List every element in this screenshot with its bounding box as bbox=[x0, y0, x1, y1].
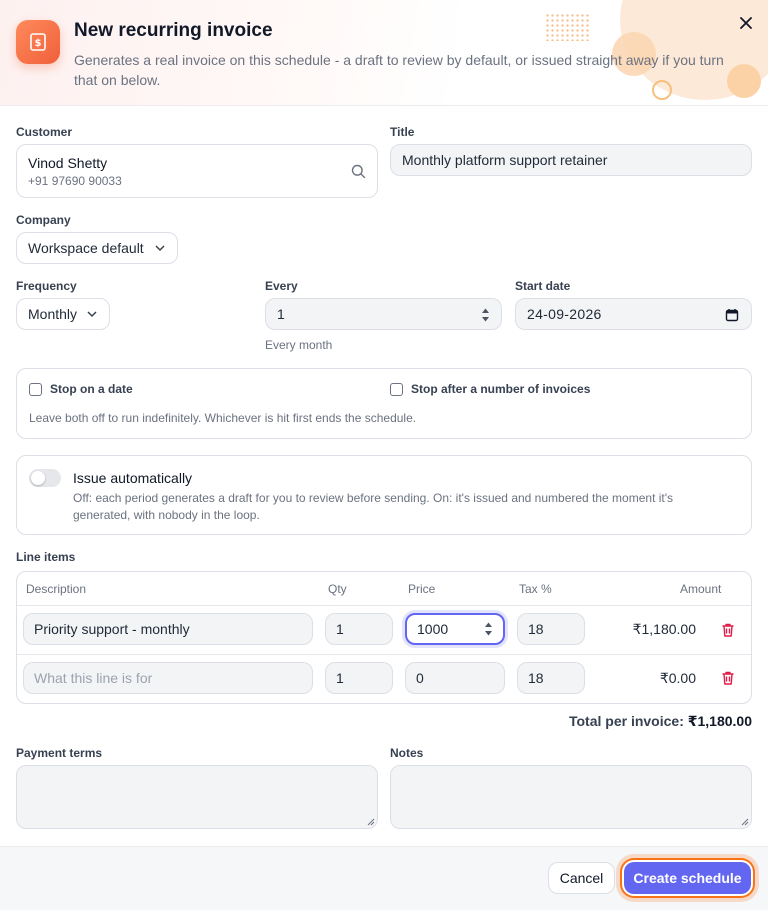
chevron-down-icon bbox=[155, 245, 165, 252]
row-divider bbox=[17, 654, 751, 655]
stop-on-date-checkbox[interactable] bbox=[29, 383, 42, 396]
col-header-qty: Qty bbox=[328, 582, 347, 596]
search-icon bbox=[351, 164, 366, 179]
title-input[interactable]: Monthly platform support retainer bbox=[390, 144, 752, 176]
total-label: Total per invoice: bbox=[568, 713, 684, 729]
dialog-subtitle: Generates a real invoice on this schedul… bbox=[74, 52, 724, 88]
auto-issue-toggle[interactable] bbox=[29, 469, 61, 487]
line-items-label: Line items bbox=[16, 550, 76, 564]
resize-grip-icon[interactable] bbox=[367, 818, 375, 826]
customer-picker[interactable]: Vinod Shetty +91 97690 90033 bbox=[16, 144, 378, 198]
trash-icon[interactable] bbox=[720, 622, 736, 638]
invoice-total: Total per invoice: ₹1,180.00 bbox=[569, 713, 752, 730]
cancel-button[interactable]: Cancel bbox=[548, 862, 615, 894]
line-amount: ₹0.00 bbox=[659, 670, 696, 686]
stepper-icon[interactable] bbox=[481, 307, 490, 323]
line-price-value: 1000 bbox=[417, 621, 449, 637]
resize-grip-icon[interactable] bbox=[741, 818, 749, 826]
line-tax-input[interactable]: 18 bbox=[517, 662, 585, 694]
line-price-input[interactable]: 1000 bbox=[405, 613, 505, 645]
notes-label: Notes bbox=[390, 746, 424, 760]
line-tax-input[interactable]: 18 bbox=[517, 613, 585, 645]
invoice-icon: $ bbox=[16, 20, 60, 64]
create-schedule-button[interactable]: Create schedule bbox=[624, 862, 751, 894]
company-label: Company bbox=[16, 213, 71, 227]
customer-label: Customer bbox=[16, 125, 73, 139]
line-description-input[interactable]: Priority support - monthly bbox=[23, 613, 313, 645]
customer-name: Vinod Shetty bbox=[28, 155, 108, 171]
stop-after-count-label: Stop after a number of invoices bbox=[411, 382, 591, 396]
col-header-tax: Tax % bbox=[519, 582, 552, 596]
total-value: ₹1,180.00 bbox=[687, 713, 752, 729]
frequency-value: Monthly bbox=[28, 306, 78, 322]
every-hint: Every month bbox=[265, 338, 333, 352]
customer-phone: +91 97690 90033 bbox=[28, 174, 122, 188]
company-value: Workspace default bbox=[28, 240, 144, 256]
line-qty-input[interactable]: 1 bbox=[325, 662, 393, 694]
title-label: Title bbox=[390, 125, 415, 139]
line-description-input[interactable]: What this line is for bbox=[23, 662, 313, 694]
line-price-input[interactable]: 0 bbox=[405, 662, 505, 694]
frequency-label: Frequency bbox=[16, 279, 77, 293]
stop-conditions bbox=[16, 368, 752, 439]
row-divider bbox=[17, 605, 751, 606]
notes-textarea[interactable] bbox=[390, 765, 752, 829]
line-amount: ₹1,180.00 bbox=[632, 621, 696, 637]
stop-after-count-checkbox[interactable] bbox=[390, 383, 403, 396]
stepper-icon[interactable] bbox=[484, 621, 493, 637]
auto-issue-description: Off: each period generates a draft for y… bbox=[73, 491, 674, 522]
every-value: 1 bbox=[277, 306, 285, 322]
line-qty-input[interactable]: 1 bbox=[325, 613, 393, 645]
company-select[interactable]: Workspace default bbox=[16, 232, 178, 264]
stop-hint: Leave both off to run indefinitely. Whic… bbox=[29, 411, 417, 425]
frequency-select[interactable]: Monthly bbox=[16, 298, 110, 330]
chevron-down-icon bbox=[87, 311, 97, 318]
auto-issue-label: Issue automatically bbox=[73, 470, 193, 486]
trash-icon[interactable] bbox=[720, 670, 736, 686]
calendar-icon[interactable] bbox=[725, 308, 739, 322]
close-icon[interactable] bbox=[736, 13, 756, 33]
start-date-value: 24-09-2026 bbox=[527, 306, 602, 322]
dialog-title: New recurring invoice bbox=[74, 20, 273, 41]
start-date-input[interactable]: 24-09-2026 bbox=[515, 298, 752, 330]
col-header-description: Description bbox=[26, 582, 87, 596]
col-header-price: Price bbox=[408, 582, 436, 596]
svg-text:$: $ bbox=[35, 38, 42, 49]
decor-dots bbox=[545, 13, 591, 41]
dialog-header: $ New recurring invoice Generates a real… bbox=[0, 0, 768, 106]
col-header-amount: Amount bbox=[680, 582, 722, 596]
payment-terms-textarea[interactable] bbox=[16, 765, 378, 829]
payment-terms-label: Payment terms bbox=[16, 746, 103, 760]
start-date-label: Start date bbox=[515, 279, 571, 293]
every-label: Every bbox=[265, 279, 298, 293]
stop-on-date-label: Stop on a date bbox=[50, 382, 133, 396]
every-input[interactable]: 1 bbox=[265, 298, 502, 330]
line-items-table: Description Qty Price Tax % Amount Prior… bbox=[16, 571, 752, 704]
